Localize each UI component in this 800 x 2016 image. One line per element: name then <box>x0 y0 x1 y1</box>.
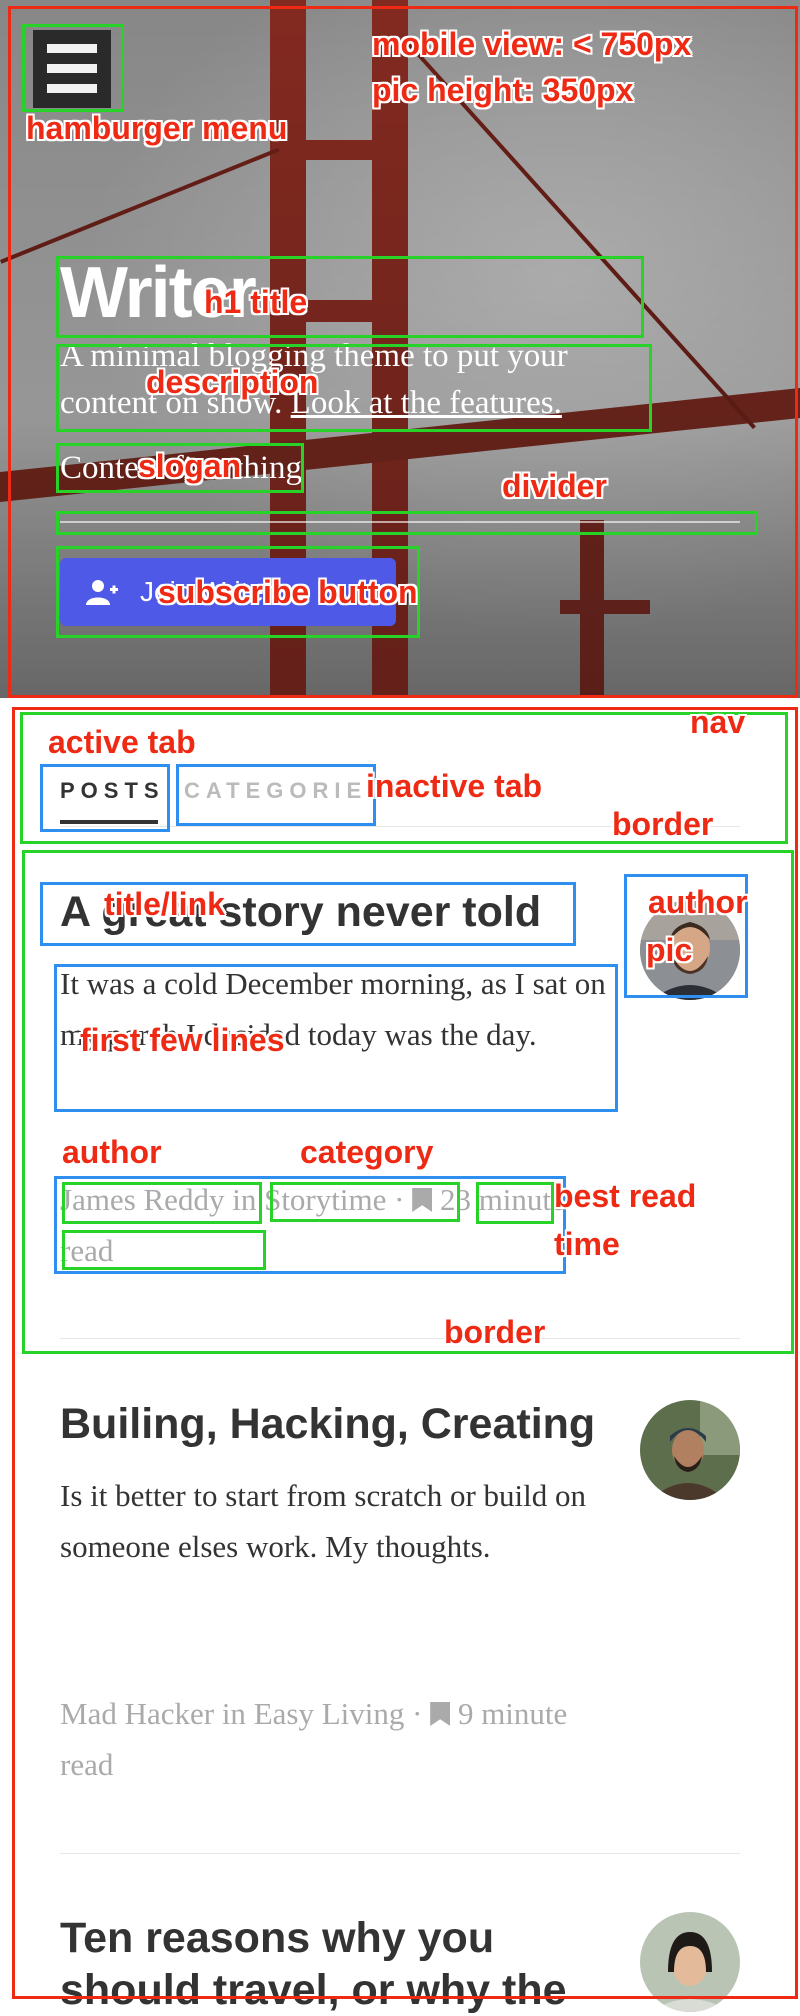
annotation-label: first few lines <box>80 1022 285 1058</box>
features-link[interactable]: Look at the features. <box>291 385 562 421</box>
hamburger-menu-icon[interactable] <box>33 30 111 108</box>
post-excerpt: Is it better to start from scratch or bu… <box>60 1478 587 1564</box>
annotation-label: active tab <box>48 724 196 760</box>
add-user-icon <box>86 580 118 605</box>
annotation-label: author <box>648 884 748 920</box>
post-meta: Mad Hacker in Easy Living · 9 minute rea… <box>60 1688 580 1790</box>
annotation-label: hamburger menu <box>26 110 288 146</box>
post-category-link[interactable]: Storytime <box>264 1182 386 1217</box>
annotation-label: mobile view: < 750px <box>372 26 692 62</box>
meta-separator: · <box>412 1696 423 1731</box>
author-avatar[interactable] <box>640 1400 740 1500</box>
annotation-label: author <box>62 1134 162 1170</box>
author-avatar[interactable] <box>640 1912 740 2012</box>
annotation-label: description <box>146 364 319 400</box>
category-prefix: in <box>221 1696 246 1731</box>
annotation-label: h1 title <box>204 284 308 320</box>
active-tab-underline <box>60 820 158 824</box>
bookmark-icon <box>412 1188 433 1212</box>
annotation-label: subscribe button <box>158 574 418 610</box>
post-title-link[interactable]: Ten reasons why you should travel, or wh… <box>60 1912 620 2016</box>
tab-categories[interactable]: CATEGORIES <box>184 778 388 804</box>
post-divider <box>60 1853 740 1854</box>
post-divider <box>60 1338 740 1339</box>
author-photo <box>640 1912 740 2012</box>
category-prefix: in <box>232 1182 257 1217</box>
annotation-label: divider <box>502 468 607 504</box>
annotation-label: pic <box>646 932 693 968</box>
annotation-label: slogan <box>138 448 242 484</box>
post-meta: James Reddy in Storytime · 23 minute rea… <box>60 1174 580 1276</box>
annotation-label: inactive tab <box>366 768 543 804</box>
hero-divider <box>60 521 740 523</box>
post-author-link[interactable]: Mad Hacker <box>60 1696 214 1731</box>
annotation-label: border <box>444 1314 546 1350</box>
post-title-link[interactable]: Builing, Hacking, Creating <box>60 1398 595 1450</box>
bookmark-icon <box>430 1702 451 1726</box>
meta-separator: · <box>394 1182 405 1217</box>
annotation-label: best read <box>554 1178 697 1214</box>
annotation-label: border <box>612 806 714 842</box>
annotation-label: category <box>300 1134 434 1170</box>
post-category-link[interactable]: Easy Living <box>254 1696 405 1731</box>
annotation-label: pic height: 350px <box>372 72 634 108</box>
annotation-label: nav <box>690 704 746 740</box>
annotation-label: title/link <box>104 886 225 922</box>
author-photo <box>640 1400 740 1500</box>
tab-posts[interactable]: POSTS <box>60 778 165 804</box>
post-author-link[interactable]: James Reddy <box>60 1182 224 1217</box>
annotation-label: time <box>554 1226 620 1262</box>
